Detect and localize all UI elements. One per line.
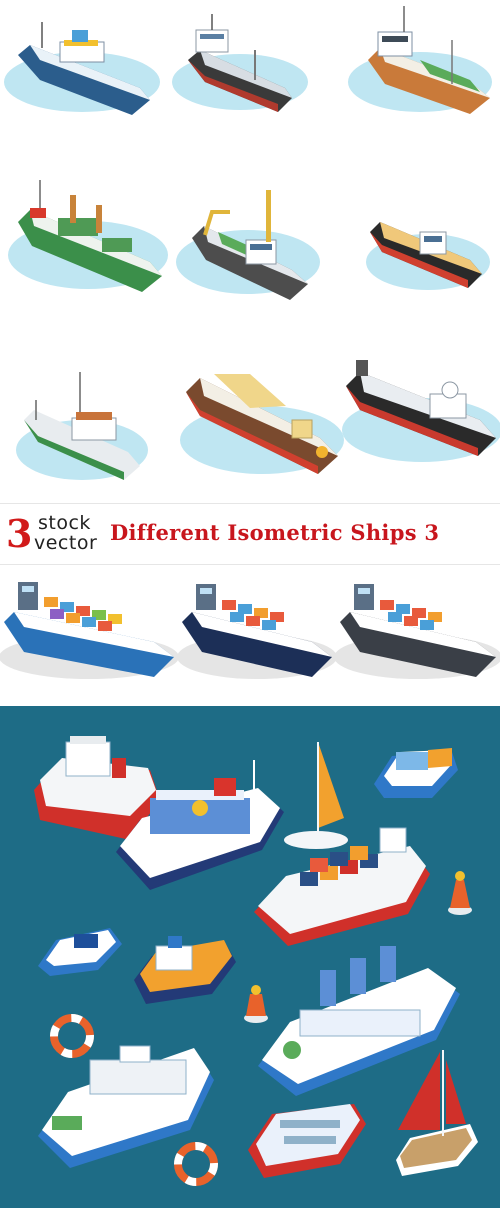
container-ship-grey	[334, 584, 500, 679]
ship-illustration	[172, 14, 308, 112]
page-title: Different Isometric Ships 3	[110, 520, 440, 545]
ship-illustration	[176, 190, 320, 300]
ships-illustration	[0, 6, 500, 1208]
ship-illustration	[8, 180, 168, 292]
stockvector-logo: 3 stock vector	[6, 512, 106, 556]
title-banner: 3 stock vector Different Isometric Ships…	[0, 503, 500, 565]
ship-illustration	[348, 6, 492, 114]
ship-illustration	[342, 360, 500, 462]
ship-illustration	[366, 222, 490, 290]
logo-word-bottom: vector	[34, 532, 98, 554]
logo-word-top: stock	[38, 512, 91, 534]
logo-number: 3	[6, 511, 33, 556]
ship-illustration	[180, 374, 344, 474]
ship-illustration	[16, 372, 148, 480]
preview-page: 3 stock vector Different Isometric Ships…	[0, 0, 500, 1208]
container-ship-navy	[177, 584, 337, 679]
ship-grid-top	[4, 6, 500, 480]
container-ship-blue	[0, 582, 179, 679]
container-ships-row	[0, 582, 500, 679]
sea-panel	[0, 706, 500, 1208]
ship-illustration	[4, 22, 160, 115]
